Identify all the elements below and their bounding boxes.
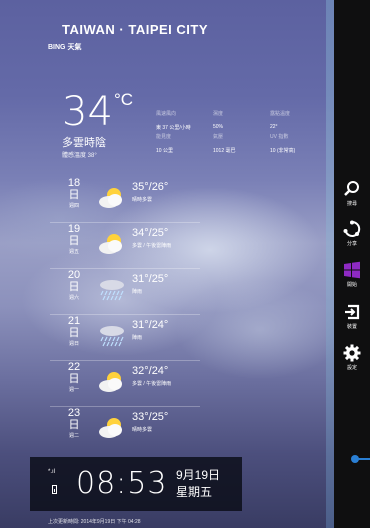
day-char: 日	[68, 281, 80, 293]
charm-search[interactable]: 搜尋	[334, 180, 370, 207]
devices-icon	[345, 304, 360, 320]
battery-icon	[52, 485, 57, 494]
forecast-condition: 多雲 / 午後雷陣雨	[132, 381, 172, 387]
detail-value: 10 (非常高)	[270, 148, 296, 154]
forecast-date: 20 日 週六	[50, 269, 98, 301]
charm-label: 分享	[346, 241, 357, 247]
detail-wind: 風速風向 東 37 公里/小時	[156, 110, 191, 131]
detail-label: 氣壓	[213, 134, 224, 140]
weekday: 週二	[68, 433, 79, 439]
weekday: 週日	[68, 341, 79, 347]
charm-share[interactable]: 分享	[334, 220, 370, 247]
forecast-high-low: 31°/25°	[132, 273, 169, 285]
detail-uv: UV 指數 10 (非常高)	[270, 133, 295, 154]
charm-label: 開始	[346, 282, 357, 288]
forecast-high-low: 33°/25°	[132, 411, 169, 423]
day-char: 日	[68, 419, 80, 431]
forecast-high-low: 31°/24°	[132, 319, 169, 331]
forecast-date: 18 日 週四	[50, 177, 98, 209]
share-icon	[343, 220, 361, 237]
detail-value: 22°	[270, 124, 278, 130]
forecast-date: 21 日 週日	[50, 315, 98, 347]
rain-icon	[100, 280, 124, 301]
clock-weekday: 星期五	[176, 485, 213, 499]
search-icon	[344, 181, 359, 196]
detail-value: 50%	[213, 124, 224, 130]
weekday: 週五	[68, 249, 79, 255]
weekday: 週四	[68, 203, 79, 209]
detail-label: UV 指數	[270, 134, 289, 140]
feels-like: 體感溫度 38°	[62, 153, 97, 159]
charm-settings[interactable]: 設定	[334, 344, 370, 371]
forecast-high-low: 32°/24°	[132, 365, 169, 377]
day-number: 20	[67, 269, 81, 281]
charm-start[interactable]: 開始	[334, 261, 370, 288]
scroll-indicator[interactable]	[351, 455, 370, 463]
current-temperature: 34	[62, 89, 113, 135]
partly-cloudy-icon	[99, 418, 122, 438]
detail-visibility: 能見度 10 公里	[156, 133, 173, 154]
charm-label: 設定	[346, 365, 357, 371]
forecast-date: 22 日 週一	[50, 361, 98, 393]
partly-cloudy-icon	[99, 234, 122, 254]
forecast-day-row[interactable]: 23 日 週二 33°/25° 晴時多雲	[50, 407, 200, 452]
forecast-condition: 陣雨	[132, 289, 143, 295]
current-condition: 多雲時陰	[62, 137, 106, 149]
day-char: 日	[68, 189, 80, 201]
windows-start-icon	[344, 261, 360, 279]
weekday: 週一	[68, 387, 79, 393]
signal-icon: *.ıl	[48, 469, 56, 475]
detail-humidity: 濕度 50%	[213, 110, 223, 130]
charms-bar: 搜尋 分享 開始 裝置 設定	[334, 0, 370, 528]
detail-dewpoint: 露點溫度 22°	[270, 110, 290, 130]
charm-devices[interactable]: 裝置	[334, 303, 370, 330]
forecast-day-row[interactable]: 19 日 週五 34°/25° 多雲 / 午後雷陣雨	[50, 223, 200, 269]
forecast-date: 23 日 週二	[50, 407, 98, 439]
detail-pressure: 氣壓 1012 毫巴	[213, 133, 236, 154]
detail-label: 風速風向	[156, 111, 177, 117]
last-updated: 上次更新時間: 2014年9月19日 下午 04:28	[48, 519, 141, 525]
forecast-high-low: 34°/25°	[132, 227, 169, 239]
forecast-day-row[interactable]: 21 日 週日 31°/24° 陣雨	[50, 315, 200, 361]
detail-label: 能見度	[156, 134, 172, 140]
day-char: 日	[68, 373, 80, 385]
detail-label: 濕度	[213, 111, 224, 117]
clock-time: 08:53	[76, 466, 168, 501]
forecast-condition: 晴時多雲	[132, 427, 153, 433]
day-char: 日	[68, 235, 80, 247]
forecast-condition: 晴時多雲	[132, 197, 153, 203]
day-number: 19	[67, 223, 81, 235]
forecast-date: 19 日 週五	[50, 223, 98, 255]
forecast-high-low: 35°/26°	[132, 181, 169, 193]
weather-app: TAIWAN · TAIPEI CITY BING 天氣 34 °C 多雲時陰 …	[0, 0, 334, 528]
detail-value: 10 公里	[156, 148, 173, 154]
detail-value: 東 37 公里/小時	[156, 125, 191, 131]
charm-label: 裝置	[346, 324, 357, 330]
source-label: BING 天氣	[48, 44, 82, 51]
forecast-day-row[interactable]: 22 日 週一 32°/24° 多雲 / 午後雷陣雨	[50, 361, 200, 407]
partly-cloudy-icon	[99, 372, 122, 392]
clock-overlay: *.ıl 08:53 9月19日 星期五	[30, 457, 242, 511]
day-number: 21	[67, 315, 81, 327]
gear-icon	[343, 344, 361, 362]
next-panel-edge	[326, 0, 334, 528]
day-char: 日	[68, 327, 80, 339]
detail-label: 露點溫度	[270, 111, 291, 117]
charm-label: 搜尋	[346, 201, 357, 207]
day-number: 23	[67, 407, 81, 419]
rain-icon	[100, 326, 124, 347]
forecast-condition: 陣雨	[132, 335, 143, 341]
detail-value: 1012 毫巴	[213, 148, 236, 154]
forecast-condition: 多雲 / 午後雷陣雨	[132, 243, 172, 249]
temperature-unit-toggle[interactable]: °C	[114, 90, 133, 110]
day-number: 22	[67, 361, 81, 373]
clock-date: 9月19日	[176, 468, 221, 482]
city-title[interactable]: TAIWAN · TAIPEI CITY	[62, 22, 208, 37]
forecast-day-row[interactable]: 20 日 週六 31°/25° 陣雨	[50, 269, 200, 315]
weekday: 週六	[68, 295, 79, 301]
partly-cloudy-icon	[99, 188, 122, 208]
forecast-day-row[interactable]: 18 日 週四 35°/26° 晴時多雲	[50, 177, 200, 223]
day-number: 18	[67, 177, 81, 189]
